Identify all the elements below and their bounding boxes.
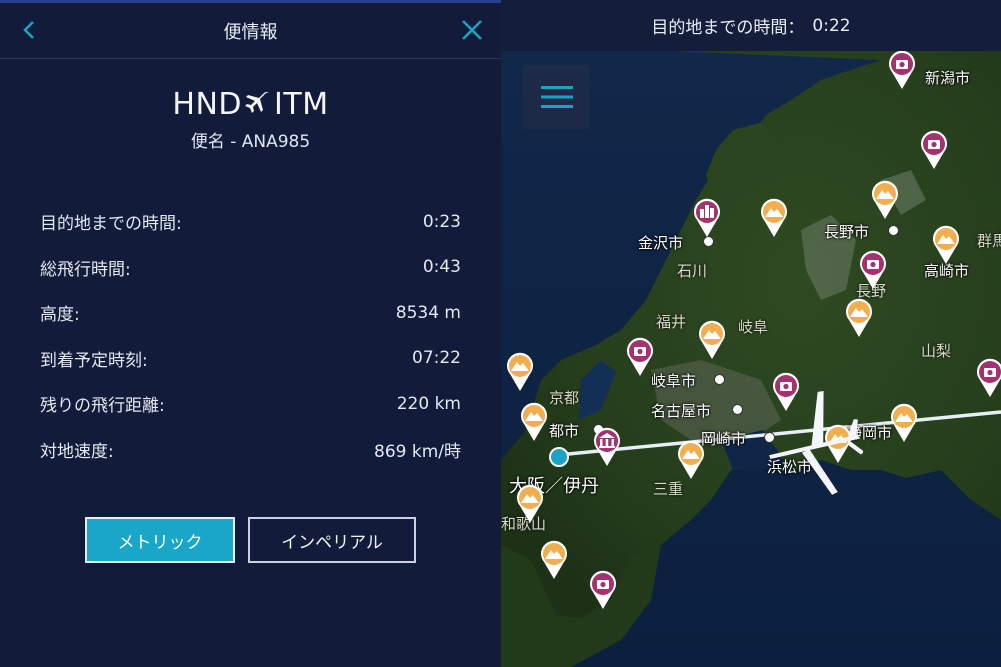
close-button[interactable] (455, 13, 489, 47)
destination-code: ITM (274, 87, 329, 122)
city-label-niigata: 新潟市 (925, 69, 971, 87)
city-dot (732, 404, 743, 415)
pref-label-yamanashi: 山梨 (921, 342, 952, 360)
metric-units-button[interactable]: メトリック (85, 517, 235, 563)
mountain-pin[interactable] (539, 540, 569, 580)
stat-total-flight-time: 総飛行時間: 0:43 (40, 245, 461, 291)
flight-stats: 目的地までの時間: 0:23 総飛行時間: 0:43 高度: 8534 m 到着… (40, 199, 461, 472)
stat-label: 到着予定時刻: (40, 350, 148, 371)
stat-time-to-destination: 目的地までの時間: 0:23 (40, 199, 461, 245)
camera-pin[interactable] (975, 358, 1001, 398)
city-label-okazaki: 岡崎市 (701, 430, 747, 448)
menu-icon (540, 86, 573, 108)
camera-pin[interactable] (625, 337, 655, 377)
panel-title: 便情報 (223, 22, 278, 43)
imperial-units-button[interactable]: インペリアル (248, 517, 416, 563)
city-label-kanazawa: 金沢市 (638, 234, 684, 252)
stat-value: 0:43 (422, 257, 461, 278)
airplane-icon (245, 91, 270, 113)
stat-label: 残りの飛行距離: (40, 396, 165, 417)
mountain-pin[interactable] (515, 484, 545, 524)
stat-value: 220 km (396, 393, 461, 414)
close-icon (462, 20, 482, 40)
map-time-label: 目的地までの時間： (651, 18, 805, 38)
stat-value: 8534 m (395, 302, 461, 323)
stat-label: 対地速度: (40, 441, 114, 462)
route-title: HND ITM (0, 87, 501, 122)
stat-arrival-time: 到着予定時刻: 07:22 (40, 336, 461, 382)
city-dot (888, 225, 899, 236)
map-time-value: 0:22 (812, 15, 851, 36)
pref-label-gunma: 群馬 (977, 232, 1001, 250)
stat-remaining-distance: 残りの飛行距離: 220 km (40, 381, 461, 427)
museum-pin[interactable] (592, 427, 622, 467)
flight-info-panel: 便情報 HND ITM 便名 - ANA985 目的地までの時間: 0:23 総… (0, 0, 501, 667)
stat-label: 総飛行時間: (40, 259, 131, 280)
origin-airport-marker[interactable] (549, 447, 569, 467)
stat-ground-speed: 対地速度: 869 km/時 (40, 427, 461, 473)
stat-label: 高度: (40, 305, 80, 326)
panel-header: 便情報 (0, 3, 501, 59)
mountain-pin[interactable] (759, 198, 789, 238)
stat-value: 869 km/時 (374, 441, 461, 462)
stat-label: 目的地までの時間: (40, 214, 182, 235)
pref-label-mie: 三重 (653, 480, 684, 498)
mountain-pin[interactable] (505, 352, 535, 392)
city-label-nagano: 長野市 (824, 223, 870, 241)
city-label-gifu: 岐阜市 (651, 372, 697, 390)
camera-pin[interactable] (858, 250, 888, 290)
map-header: 目的地までの時間： 0:22 (501, 0, 1001, 51)
pref-label-fukui: 福井 (656, 313, 687, 331)
mountain-pin[interactable] (889, 403, 919, 443)
mountain-pin[interactable] (870, 180, 900, 220)
camera-pin[interactable] (919, 130, 949, 170)
flight-map[interactable]: 目的地までの時間： 0:22 大阪／伊丹 新潟市 金沢市 長野市 高崎市 岐阜市… (501, 0, 1001, 667)
mountain-pin[interactable] (676, 440, 706, 480)
flight-number: 便名 - ANA985 (190, 132, 311, 152)
camera-pin[interactable] (588, 570, 618, 610)
city-label-nagoya: 名古屋市 (651, 402, 712, 420)
map-menu-button[interactable] (523, 65, 590, 129)
mountain-pin[interactable] (844, 298, 874, 338)
stat-altitude: 高度: 8534 m (40, 290, 461, 336)
aircraft-icon (768, 391, 863, 495)
city-label-kyoto-city: 都市 (549, 422, 580, 440)
pref-label-gifu: 岐阜 (738, 318, 769, 336)
stat-value: 07:22 (412, 348, 461, 369)
origin-code: HND (172, 87, 243, 122)
pref-label-kyoto: 京都 (549, 389, 580, 407)
mountain-pin[interactable] (697, 320, 727, 360)
mountain-pin[interactable] (931, 225, 961, 265)
pref-label-ishikawa: 石川 (677, 262, 708, 280)
camera-pin[interactable] (887, 50, 917, 90)
stat-value: 0:23 (422, 211, 461, 232)
city-dot (714, 374, 725, 385)
mountain-pin[interactable] (519, 402, 549, 442)
city-pin[interactable] (692, 198, 722, 238)
